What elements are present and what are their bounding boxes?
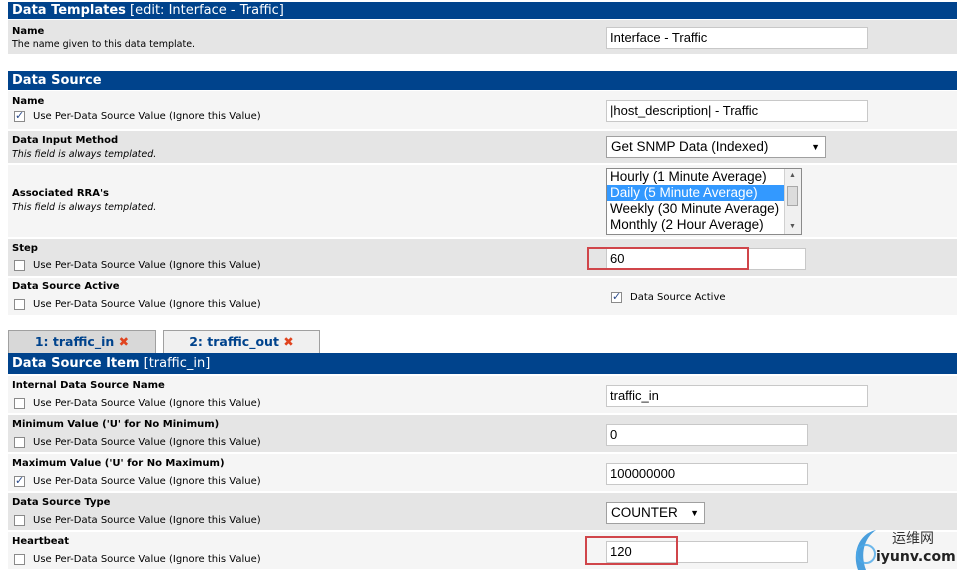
- rra-option[interactable]: Monthly (2 Hour Average): [607, 217, 801, 233]
- data-input-method-select[interactable]: Get SNMP Data (Indexed) ▼: [606, 136, 826, 158]
- rra-scrollbar[interactable]: ▲ ▼: [784, 169, 801, 234]
- scroll-down-icon[interactable]: ▼: [785, 220, 800, 234]
- templates-header-edit: [edit: Interface - Traffic]: [130, 3, 284, 18]
- item-type-label: Data Source Type: [12, 497, 111, 508]
- ds-name-checkbox[interactable]: [14, 109, 25, 122]
- item-internal-checkbox[interactable]: [14, 398, 25, 409]
- rra-option[interactable]: Hourly (1 Minute Average): [607, 169, 801, 185]
- ds-step-row: Step Use Per-Data Source Value (Ignore t…: [8, 239, 957, 277]
- chevron-down-icon: ▼: [811, 142, 820, 152]
- item-type-checkbox[interactable]: [14, 515, 25, 526]
- scroll-thumb[interactable]: [787, 186, 798, 206]
- tab-traffic-in[interactable]: 1: traffic_in ✖: [8, 330, 156, 353]
- ds-active-per-source-checkbox[interactable]: [14, 299, 25, 310]
- ds-rra-label: Associated RRA's: [12, 188, 109, 199]
- data-source-header-title: Data Source: [12, 73, 102, 88]
- ds-step-checkbox[interactable]: [14, 260, 25, 271]
- ds-input-desc: This field is always templated.: [12, 149, 157, 160]
- item-internal-checkbox-label: Use Per-Data Source Value (Ignore this V…: [33, 398, 261, 409]
- item-internal-label: Internal Data Source Name: [12, 380, 165, 391]
- ds-step-label: Step: [12, 243, 38, 254]
- data-source-header: Data Source: [8, 71, 957, 90]
- item-max-checkbox-label: Use Per-Data Source Value (Ignore this V…: [33, 476, 261, 487]
- maximum-value-input[interactable]: 100000000: [606, 463, 808, 485]
- close-icon[interactable]: ✖: [119, 334, 129, 349]
- data-input-method-value: Get SNMP Data (Indexed): [611, 139, 769, 154]
- watermark-cn: 运维网: [892, 531, 934, 547]
- watermark-logo: 运维网 iyunv.com: [850, 524, 957, 575]
- templates-header-title: Data Templates: [12, 3, 126, 18]
- data-source-active-label: Data Source Active: [630, 292, 726, 303]
- ds-rra-desc: This field is always templated.: [12, 202, 157, 213]
- item-type-row: Data Source Type Use Per-Data Source Val…: [8, 493, 957, 531]
- data-source-type-select[interactable]: COUNTER ▼: [606, 502, 705, 524]
- watermark-en: iyunv.com: [876, 549, 956, 565]
- name-label: Name: [12, 26, 45, 37]
- ds-name-input[interactable]: |host_description| - Traffic: [606, 100, 868, 122]
- tab-traffic-out-label: 2: traffic_out: [189, 334, 279, 349]
- chevron-down-icon: ▼: [690, 508, 699, 518]
- data-source-item-header: Data Source Item [traffic_in]: [8, 353, 957, 374]
- rra-listbox[interactable]: Hourly (1 Minute Average) Daily (5 Minut…: [606, 168, 802, 235]
- tab-traffic-out[interactable]: 2: traffic_out ✖: [163, 330, 320, 353]
- item-heartbeat-checkbox-label: Use Per-Data Source Value (Ignore this V…: [33, 554, 261, 565]
- item-heartbeat-checkbox[interactable]: [14, 554, 25, 565]
- close-icon[interactable]: ✖: [283, 334, 293, 349]
- ds-active-label: Data Source Active: [12, 281, 120, 292]
- ds-name-row: Name Use Per-Data Source Value (Ignore t…: [8, 91, 957, 130]
- ds-active-checkbox-label: Use Per-Data Source Value (Ignore this V…: [33, 299, 261, 310]
- item-type-checkbox-label: Use Per-Data Source Value (Ignore this V…: [33, 515, 261, 526]
- ds-name-label: Name: [12, 96, 45, 107]
- item-max-label: Maximum Value ('U' for No Maximum): [12, 458, 225, 469]
- ds-rra-row: Associated RRA's This field is always te…: [8, 165, 957, 238]
- rra-option[interactable]: Weekly (30 Minute Average): [607, 201, 801, 217]
- item-max-checkbox[interactable]: [14, 474, 25, 487]
- item-min-checkbox[interactable]: [14, 437, 25, 448]
- item-heartbeat-row: Heartbeat Use Per-Data Source Value (Ign…: [8, 532, 957, 570]
- ds-name-checkbox-label: Use Per-Data Source Value (Ignore this V…: [33, 111, 261, 122]
- template-name-input[interactable]: Interface - Traffic: [606, 27, 868, 49]
- item-internal-row: Internal Data Source Name Use Per-Data S…: [8, 376, 957, 414]
- step-highlight: [587, 247, 749, 270]
- name-row: Name The name given to this data templat…: [8, 20, 957, 55]
- templates-header: Data Templates [edit: Interface - Traffi…: [8, 2, 957, 19]
- item-max-row: Maximum Value ('U' for No Maximum) Use P…: [8, 454, 957, 492]
- data-source-item-header-title: Data Source Item: [12, 356, 140, 371]
- internal-ds-name-input[interactable]: traffic_in: [606, 385, 868, 407]
- minimum-value-input[interactable]: 0: [606, 424, 808, 446]
- rra-option-selected[interactable]: Daily (5 Minute Average): [607, 185, 801, 201]
- ds-input-row: Data Input Method This field is always t…: [8, 131, 957, 164]
- name-desc: The name given to this data template.: [12, 39, 196, 50]
- data-source-item-header-sub: [traffic_in]: [143, 356, 211, 371]
- tab-traffic-in-label: 1: traffic_in: [34, 334, 115, 349]
- item-min-row: Minimum Value ('U' for No Minimum) Use P…: [8, 415, 957, 453]
- ds-step-checkbox-label: Use Per-Data Source Value (Ignore this V…: [33, 260, 261, 271]
- heartbeat-highlight: [585, 536, 678, 565]
- scroll-up-icon[interactable]: ▲: [785, 169, 800, 183]
- data-source-type-value: COUNTER: [611, 505, 678, 520]
- ds-input-label: Data Input Method: [12, 135, 119, 146]
- data-source-active-checkbox[interactable]: [611, 290, 622, 303]
- item-min-checkbox-label: Use Per-Data Source Value (Ignore this V…: [33, 437, 261, 448]
- item-heartbeat-label: Heartbeat: [12, 536, 70, 547]
- item-min-label: Minimum Value ('U' for No Minimum): [12, 419, 220, 430]
- ds-active-row: Data Source Active Use Per-Data Source V…: [8, 278, 957, 316]
